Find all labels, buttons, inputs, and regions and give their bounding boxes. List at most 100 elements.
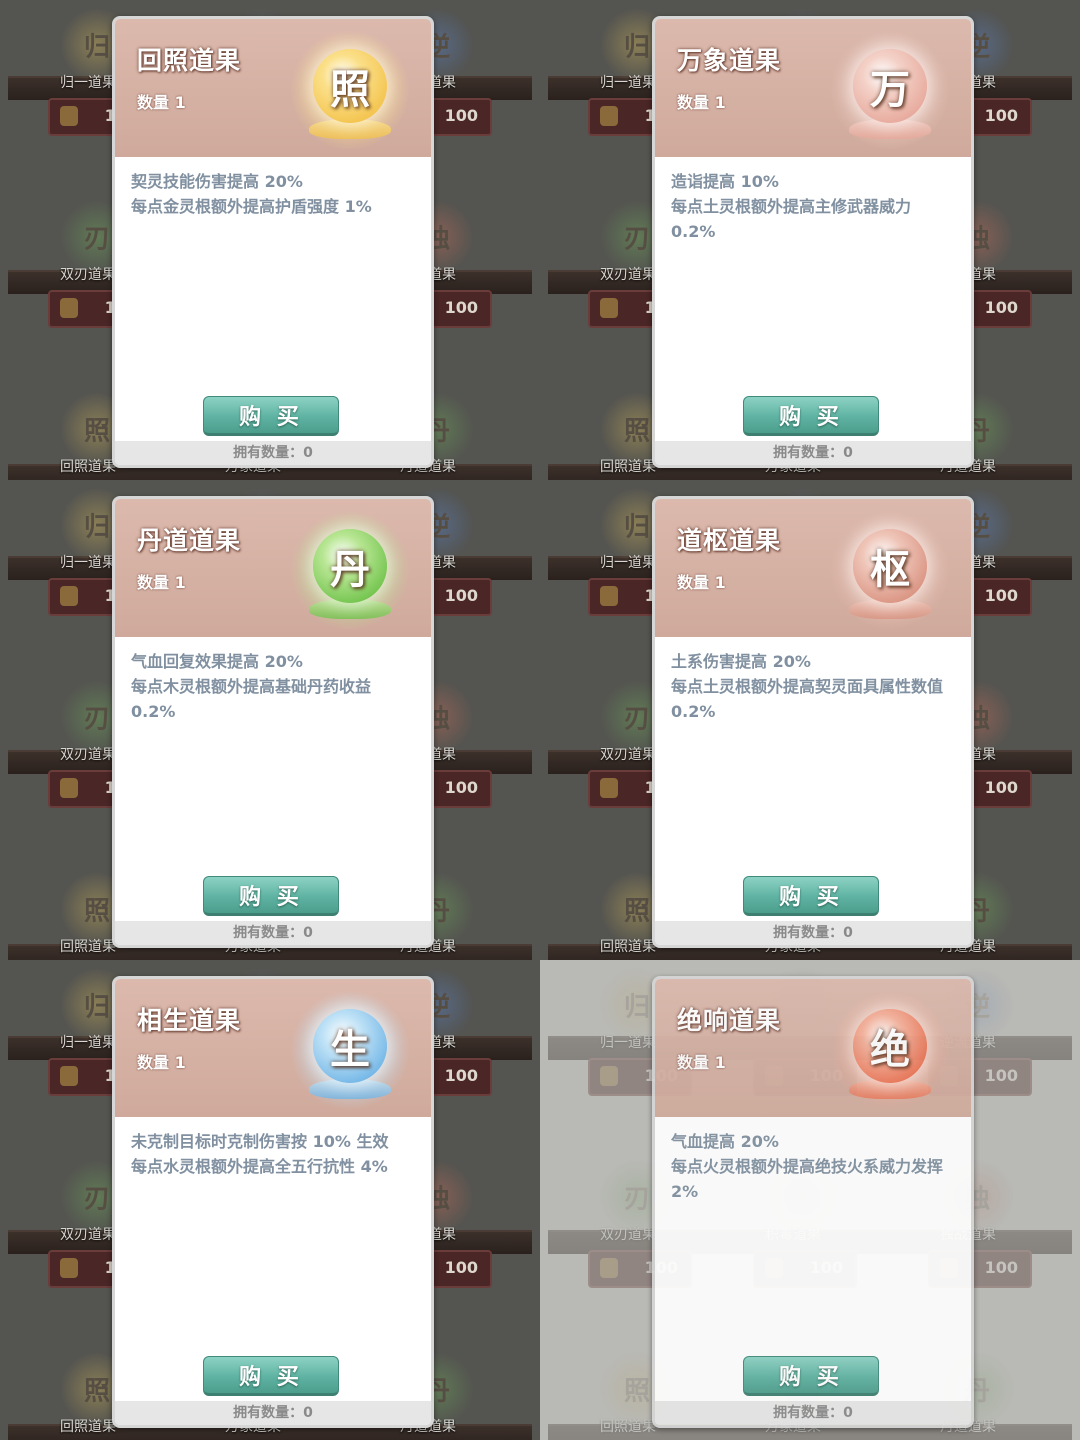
shop-item-glyph: 归 [83, 32, 111, 63]
currency-icon [60, 1066, 78, 1086]
item-title: 道枢道果 [677, 526, 782, 555]
screenshot-panel-5: 归归一道果100100逆逆流道果100刃双刃道果100积毒道果100独独战道果1… [0, 960, 540, 1440]
emblem-glyph: 枢 [870, 546, 910, 593]
shop-price-value: 100 [444, 778, 478, 797]
shop-item-glyph: 刃 [83, 224, 111, 255]
item-description: 气血回复效果提高 20% 每点木灵根额外提高基础丹药收益 0.2% [131, 649, 423, 724]
buy-button[interactable]: 购 买 [203, 876, 339, 916]
shop-item-glyph: 刃 [623, 224, 651, 255]
card-header: 丹道道果数量 1 丹 [115, 499, 431, 637]
card-header: 万象道果数量 1 万 [655, 19, 971, 157]
shop-price-value: 100 [984, 1066, 1018, 1085]
card-header: 相生道果 数量 1 生 [115, 979, 431, 1117]
shop-item-glyph: 刃 [83, 1184, 111, 1215]
description-line: 0.2% [131, 702, 176, 721]
item-title: 万象道果 [677, 46, 782, 75]
currency-icon [600, 778, 618, 798]
description-line: 每点火灵根额外提高绝技火系威力发挥 [671, 1157, 944, 1176]
currency-icon [600, 106, 618, 126]
description-line: 造诣提高 10% [671, 172, 779, 191]
emblem-glyph: 丹 [330, 546, 370, 593]
item-emblem-icon: 丹 [291, 511, 409, 629]
item-title: 绝响道果 [677, 1006, 782, 1035]
shop-item-label: 双刃道果 [60, 267, 116, 283]
shop-price-value: 100 [984, 778, 1018, 797]
item-description: 契灵技能伤害提高 20% 每点金灵根额外提高护盾强度 1% [131, 169, 423, 219]
shop-item-label: 归一道果 [60, 555, 116, 571]
item-emblem-icon: 照 [291, 31, 409, 149]
item-quantity: 数量 1 [137, 93, 186, 112]
shop-item-label: 回照道果 [60, 939, 116, 955]
emblem-glyph: 照 [330, 66, 370, 113]
card-header: 绝响道果数量 1 绝 [655, 979, 971, 1117]
buy-button[interactable]: 购 买 [743, 396, 879, 436]
shop-item-label: 归一道果 [600, 1035, 656, 1051]
screenshot-panel-1: 归归一道果100100逆逆流道果100刃双刃道果100积毒道果100独独战道果1… [0, 0, 540, 480]
item-emblem-icon: 万 [831, 31, 949, 149]
currency-icon [600, 1066, 618, 1086]
shop-item-label: 归一道果 [60, 75, 116, 91]
item-quantity: 数量 1 [677, 93, 726, 112]
currency-icon [600, 298, 618, 318]
shop-item-label: 双刃道果 [600, 267, 656, 283]
description-line: 0.2% [671, 702, 716, 721]
item-description: 未克制目标时克制伤害按 10% 生效 每点水灵根额外提高全五行抗性 4% [131, 1129, 423, 1179]
shop-item-label: 归一道果 [60, 1035, 116, 1051]
item-description: 土系伤害提高 20% 每点土灵根额外提高契灵面具属性数值 0.2% [671, 649, 963, 724]
emblem-glyph: 生 [330, 1026, 370, 1073]
screenshot-panel-2: 归归一道果100100逆逆流道果100刃双刃道果100积毒道果100独独战道果1… [540, 0, 1080, 480]
item-title: 丹道道果 [137, 526, 242, 555]
item-detail-card: 相生道果 数量 1 生未克制目标时克制伤害按 10% 生效 每点水灵根额外提高全五行抗… [112, 976, 434, 1428]
description-line: 2% [671, 1182, 699, 1201]
shop-price-value: 100 [984, 106, 1018, 125]
item-detail-card: 道枢道果 数量 1 枢土系伤害提高 20% 每点土灵根额外提高契灵面具属性数值 0.2%… [652, 496, 974, 948]
shop-item-label: 双刃道果 [60, 1227, 116, 1243]
emblem-glyph: 绝 [870, 1026, 910, 1073]
currency-icon [60, 106, 78, 126]
item-title: 回照道果 [137, 46, 242, 75]
buy-button[interactable]: 购 买 [203, 1356, 339, 1396]
description-line: 每点土灵根额外提高契灵面具属性数值 [671, 677, 944, 696]
screenshot-panel-3: 归归一道果100100逆逆流道果100刃双刃道果100积毒道果100独独战道果1… [0, 480, 540, 960]
buy-button[interactable]: 购 买 [743, 876, 879, 916]
item-quantity: 数量 1 [137, 573, 186, 592]
owned-count: 拥有数量：0 [115, 441, 431, 465]
description-line: 气血回复效果提高 20% [131, 652, 303, 671]
item-quantity: 数量 1 [677, 573, 726, 592]
shop-item-label: 归一道果 [600, 75, 656, 91]
shop-item-glyph: 归 [623, 992, 651, 1023]
currency-icon [60, 1258, 78, 1278]
description-line: 未克制目标时克制伤害按 10% 生效 [131, 1132, 389, 1151]
shop-item-glyph: 照 [83, 896, 111, 927]
shop-item-glyph: 刃 [623, 704, 651, 735]
shop-price-value: 100 [444, 1066, 478, 1085]
shop-price-value: 100 [984, 1258, 1018, 1277]
description-line: 每点水灵根额外提高全五行抗性 4% [131, 1157, 388, 1176]
shop-price-value: 100 [984, 298, 1018, 317]
shop-item-glyph: 归 [623, 512, 651, 543]
item-quantity: 数量 1 [137, 1053, 186, 1072]
currency-icon [60, 298, 78, 318]
shop-item-glyph: 照 [623, 416, 651, 447]
shop-item-glyph: 归 [83, 992, 111, 1023]
item-quantity: 数量 1 [677, 1053, 726, 1072]
shop-price-value: 100 [444, 1258, 478, 1277]
owned-count: 拥有数量：0 [655, 441, 971, 465]
shop-item-glyph: 归 [83, 512, 111, 543]
buy-button[interactable]: 购 买 [203, 396, 339, 436]
item-emblem-icon: 枢 [831, 511, 949, 629]
owned-count: 拥有数量：0 [115, 921, 431, 945]
item-description: 气血提高 20% 每点火灵根额外提高绝技火系威力发挥 2% [671, 1129, 963, 1204]
emblem-glyph: 万 [870, 66, 910, 113]
description-line: 每点金灵根额外提高护盾强度 1% [131, 197, 372, 216]
shop-item-label: 归一道果 [600, 555, 656, 571]
buy-button[interactable]: 购 买 [743, 1356, 879, 1396]
screenshot-grid: 归归一道果100100逆逆流道果100刃双刃道果100积毒道果100独独战道果1… [0, 0, 1080, 1440]
card-header: 回照道果数量 1 照 [115, 19, 431, 157]
shop-item-glyph: 刃 [623, 1184, 651, 1215]
owned-count: 拥有数量：0 [655, 921, 971, 945]
shop-item-glyph: 照 [623, 896, 651, 927]
currency-icon [60, 586, 78, 606]
currency-icon [60, 778, 78, 798]
shop-item-glyph: 照 [623, 1376, 651, 1407]
